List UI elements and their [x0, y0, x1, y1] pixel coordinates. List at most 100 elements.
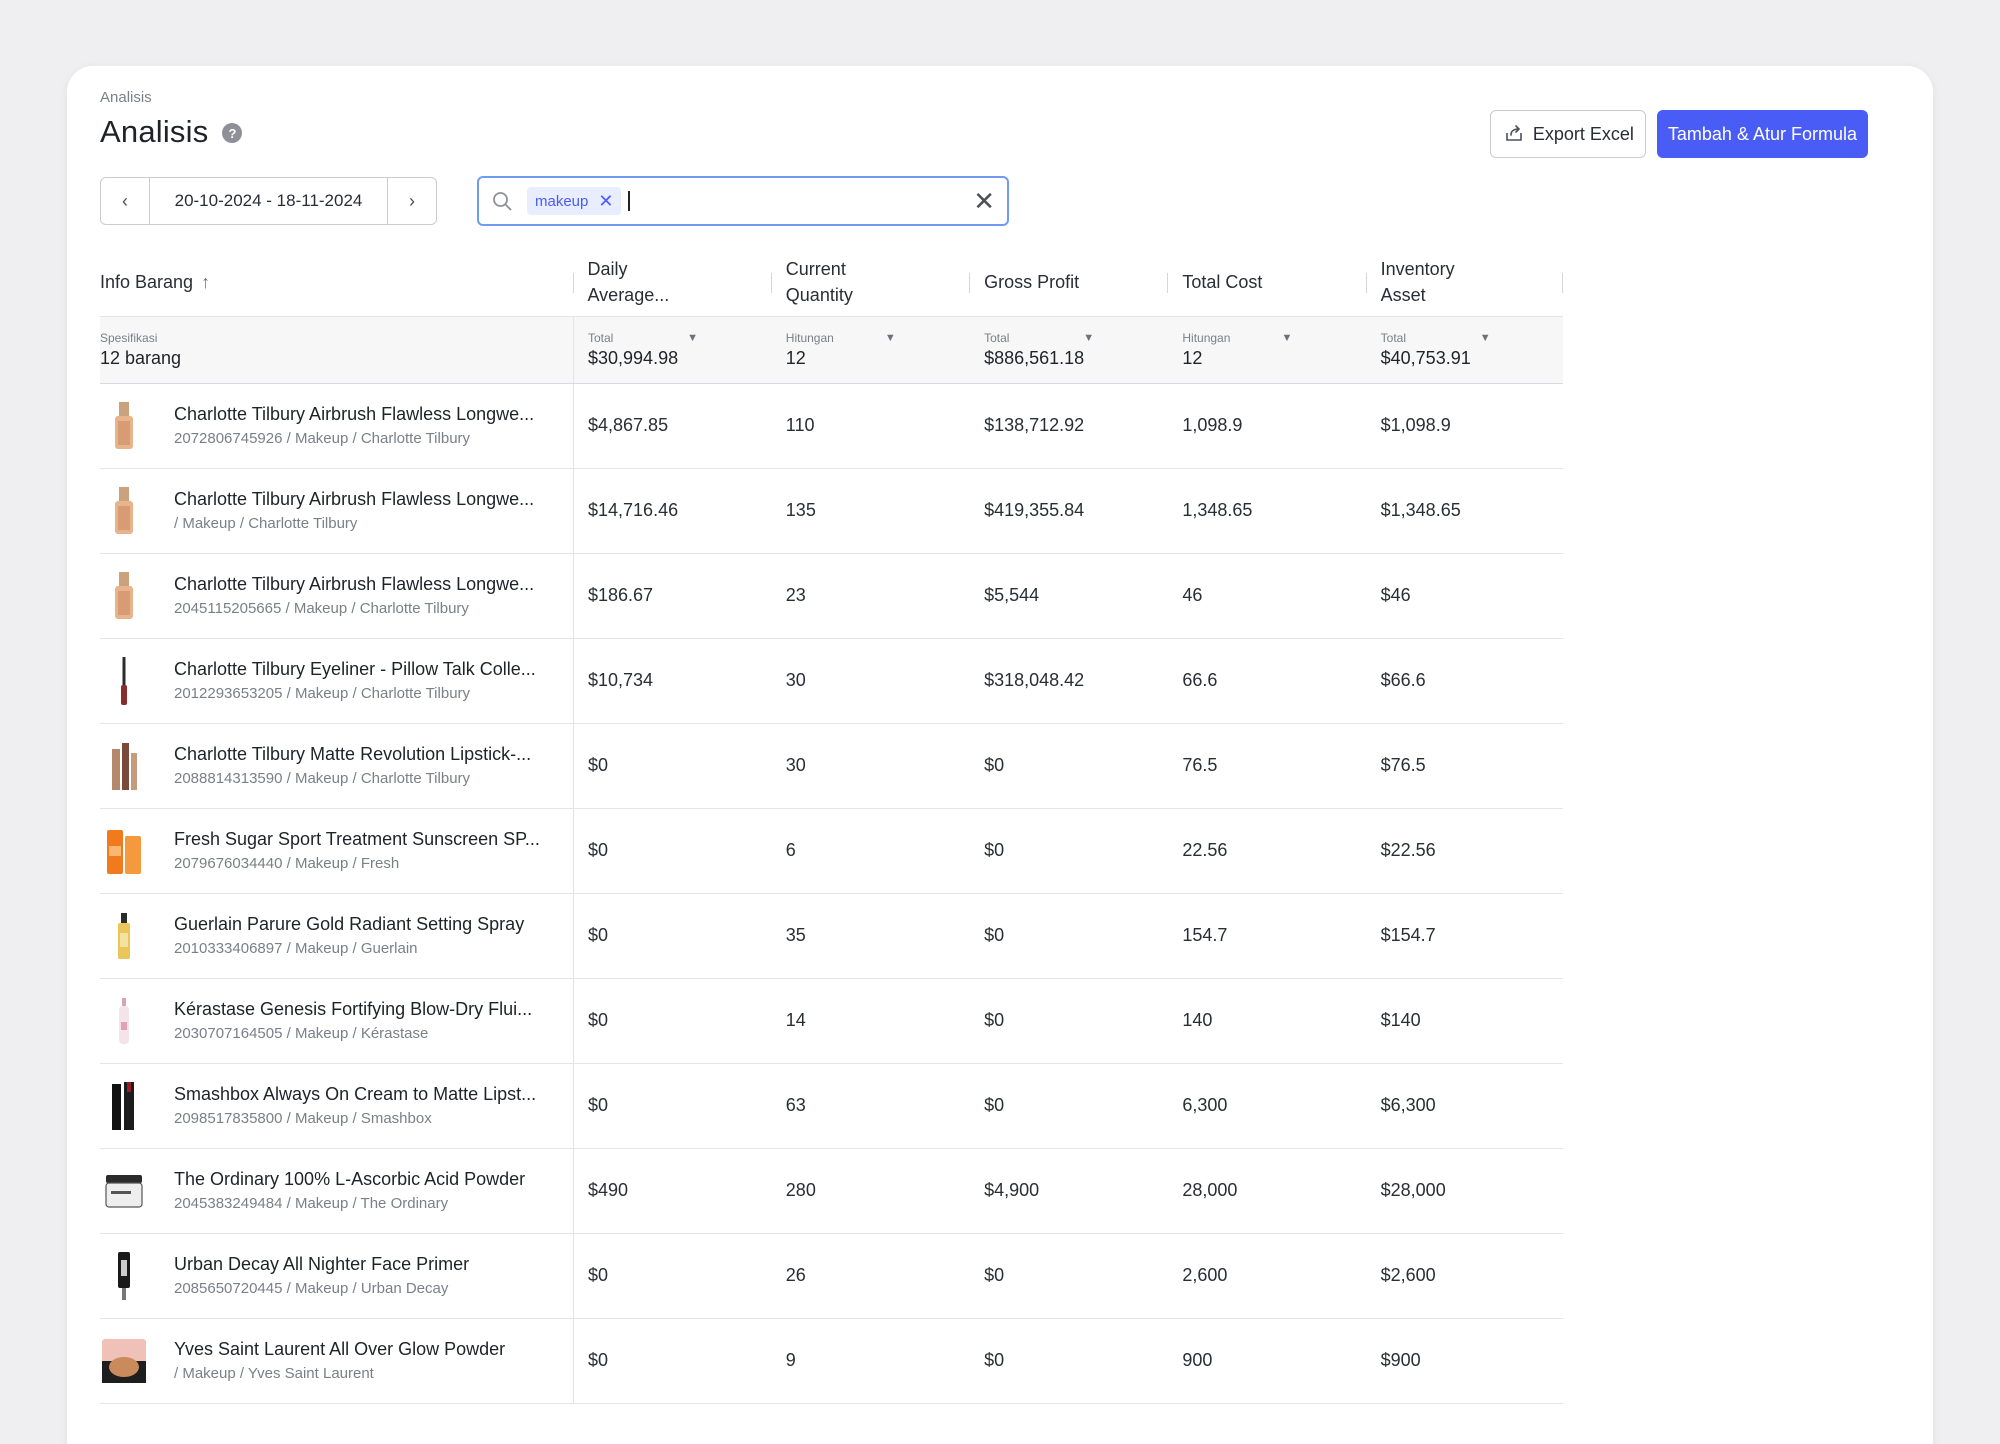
caret-down-icon[interactable]: ▼ [1083, 332, 1094, 344]
product-thumbnail [100, 738, 148, 794]
search-input[interactable]: makeup ✕ ✕ [477, 176, 1009, 226]
column-header-daily-average[interactable]: Daily Average... [574, 249, 773, 316]
total-cost-cell: 76.5 [1168, 723, 1367, 809]
item-text: Yves Saint Laurent All Over Glow Powder … [174, 1339, 559, 1382]
table-row[interactable]: Guerlain Parure Gold Radiant Setting Spr… [100, 893, 1563, 979]
sunscreen-image [107, 829, 141, 874]
date-next-button[interactable]: › [387, 178, 436, 224]
current-quantity-cell: 110 [771, 383, 971, 469]
item-name[interactable]: Charlotte Tilbury Airbrush Flawless Long… [174, 489, 559, 510]
summary-total-cost-value: 12 [1182, 347, 1203, 368]
eyeliner-image [121, 656, 127, 705]
table-row[interactable]: Yves Saint Laurent All Over Glow Powder … [100, 1318, 1563, 1404]
gross-profit-cell: $318,048.42 [970, 638, 1169, 724]
sort-ascending-icon[interactable]: ↑ [201, 269, 210, 295]
table-row[interactable]: Charlotte Tilbury Airbrush Flawless Long… [100, 383, 1563, 469]
column-header-item[interactable]: Info Barang ↑ [100, 249, 574, 316]
bottle-image [119, 997, 129, 1044]
summary-total-cost-label: Hitungan [1182, 330, 1231, 345]
table-row[interactable]: Urban Decay All Nighter Face Primer 2085… [100, 1233, 1563, 1319]
caret-down-icon[interactable]: ▼ [885, 332, 896, 344]
column-header-gross-profit[interactable]: Gross Profit [970, 249, 1169, 316]
chevron-right-icon: › [409, 190, 415, 211]
current-quantity-cell: 63 [771, 1063, 971, 1149]
summary-inventory-asset[interactable]: Total ▼ $40,753.91 [1366, 315, 1563, 384]
table-row[interactable]: Charlotte Tilbury Airbrush Flawless Long… [100, 468, 1563, 554]
summary-daily-average[interactable]: Total ▼ $30,994.98 [573, 315, 772, 384]
summary-inventory-asset-value: $40,753.91 [1380, 347, 1471, 368]
item-info: Yves Saint Laurent All Over Glow Powder … [100, 1333, 559, 1389]
daily-average-cell: $0 [573, 723, 772, 809]
item-name[interactable]: Charlotte Tilbury Eyeliner - Pillow Talk… [174, 659, 559, 680]
item-name[interactable]: Guerlain Parure Gold Radiant Setting Spr… [174, 914, 559, 935]
item-info: Charlotte Tilbury Eyeliner - Pillow Talk… [100, 653, 559, 709]
item-name[interactable]: Fresh Sugar Sport Treatment Sunscreen SP… [174, 829, 559, 850]
item-info: Fresh Sugar Sport Treatment Sunscreen SP… [100, 823, 559, 879]
item-info: Kérastase Genesis Fortifying Blow-Dry Fl… [100, 993, 559, 1049]
table-row[interactable]: Charlotte Tilbury Eyeliner - Pillow Talk… [100, 638, 1563, 724]
item-name[interactable]: Charlotte Tilbury Matte Revolution Lipst… [174, 744, 559, 765]
item-name[interactable]: Charlotte Tilbury Airbrush Flawless Long… [174, 574, 559, 595]
current-quantity-cell: 280 [771, 1148, 971, 1234]
caret-down-icon[interactable]: ▼ [687, 332, 698, 344]
item-name[interactable]: Smashbox Always On Cream to Matte Lipst.… [174, 1084, 559, 1105]
item-info-cell: Fresh Sugar Sport Treatment Sunscreen SP… [100, 808, 574, 894]
item-name[interactable]: Charlotte Tilbury Airbrush Flawless Long… [174, 404, 559, 425]
item-text: Urban Decay All Nighter Face Primer 2085… [174, 1254, 559, 1297]
export-excel-button[interactable]: Export Excel [1489, 110, 1646, 158]
breadcrumb[interactable]: Analisis [100, 89, 152, 106]
date-prev-button[interactable]: ‹ [101, 178, 150, 224]
caret-down-icon[interactable]: ▼ [1281, 332, 1292, 344]
table-row[interactable]: Charlotte Tilbury Airbrush Flawless Long… [100, 553, 1563, 639]
summary-gross-profit[interactable]: Total ▼ $886,561.18 [970, 315, 1169, 384]
total-cost-cell: 28,000 [1168, 1148, 1367, 1234]
daily-average-cell: $0 [573, 1063, 772, 1149]
current-quantity-cell: 26 [771, 1233, 971, 1319]
column-header-total-cost[interactable]: Total Cost [1168, 249, 1367, 316]
item-meta: 2085650720445 / Makeup / Urban Decay [174, 1280, 449, 1297]
daily-average-cell: $0 [573, 978, 772, 1064]
table-row[interactable]: Smashbox Always On Cream to Matte Lipst.… [100, 1063, 1563, 1149]
inventory-asset-cell: $2,600 [1366, 1233, 1563, 1319]
filter-chip-label: makeup [535, 192, 589, 210]
summary-item-label: Spesifikasi [100, 330, 158, 345]
inventory-asset-cell: $76.5 [1366, 723, 1563, 809]
current-quantity-cell: 30 [771, 638, 971, 724]
item-info: The Ordinary 100% L-Ascorbic Acid Powder… [100, 1163, 559, 1219]
table-row[interactable]: Charlotte Tilbury Matte Revolution Lipst… [100, 723, 1563, 809]
gross-profit-cell: $0 [970, 1063, 1169, 1149]
date-range-value[interactable]: 20-10-2024 - 18-11-2024 [150, 178, 387, 224]
gross-profit-cell: $0 [970, 1318, 1169, 1404]
item-name[interactable]: Yves Saint Laurent All Over Glow Powder [174, 1339, 559, 1360]
add-formula-button[interactable]: Tambah & Atur Formula [1656, 110, 1868, 158]
item-info-cell: Charlotte Tilbury Airbrush Flawless Long… [100, 553, 574, 639]
summary-current-quantity[interactable]: Hitungan ▼ 12 [771, 315, 971, 384]
table-row[interactable]: The Ordinary 100% L-Ascorbic Acid Powder… [100, 1148, 1563, 1234]
inventory-asset-cell: $154.7 [1366, 893, 1563, 979]
summary-row: Spesifikasi 12 barang Total ▼ $30,994.98 … [100, 315, 1563, 384]
column-header-current-quantity[interactable]: Current Quantity [772, 249, 971, 316]
inventory-asset-cell: $140 [1366, 978, 1563, 1064]
help-icon[interactable]: ? [222, 123, 243, 143]
column-header-inventory-asset-label: Inventory Asset [1380, 259, 1455, 306]
product-thumbnail [100, 1248, 148, 1304]
table-row[interactable]: Kérastase Genesis Fortifying Blow-Dry Fl… [100, 978, 1563, 1064]
clear-search-icon[interactable]: ✕ [973, 188, 995, 214]
inventory-asset-cell: $900 [1366, 1318, 1563, 1404]
daily-average-cell: $0 [573, 1233, 772, 1319]
item-name[interactable]: Urban Decay All Nighter Face Primer [174, 1254, 559, 1275]
summary-total-cost[interactable]: Hitungan ▼ 12 [1168, 315, 1367, 384]
column-header-gross-profit-label: Gross Profit [984, 272, 1080, 293]
caret-down-icon[interactable]: ▼ [1480, 332, 1491, 344]
header-actions: Export Excel Tambah & Atur Formula [1489, 110, 1868, 158]
gross-profit-cell: $0 [970, 978, 1169, 1064]
column-header-inventory-asset[interactable]: Inventory Asset [1367, 249, 1564, 316]
item-name[interactable]: The Ordinary 100% L-Ascorbic Acid Powder [174, 1169, 559, 1190]
summary-inventory-asset-label: Total [1380, 330, 1406, 345]
chip-remove-icon[interactable]: ✕ [598, 192, 613, 210]
gross-profit-cell: $138,712.92 [970, 383, 1169, 469]
table-row[interactable]: Fresh Sugar Sport Treatment Sunscreen SP… [100, 808, 1563, 894]
item-name[interactable]: Kérastase Genesis Fortifying Blow-Dry Fl… [174, 999, 559, 1020]
summary-current-quantity-label: Hitungan [785, 330, 834, 345]
column-header-current-quantity-label: Current Quantity [785, 259, 853, 306]
